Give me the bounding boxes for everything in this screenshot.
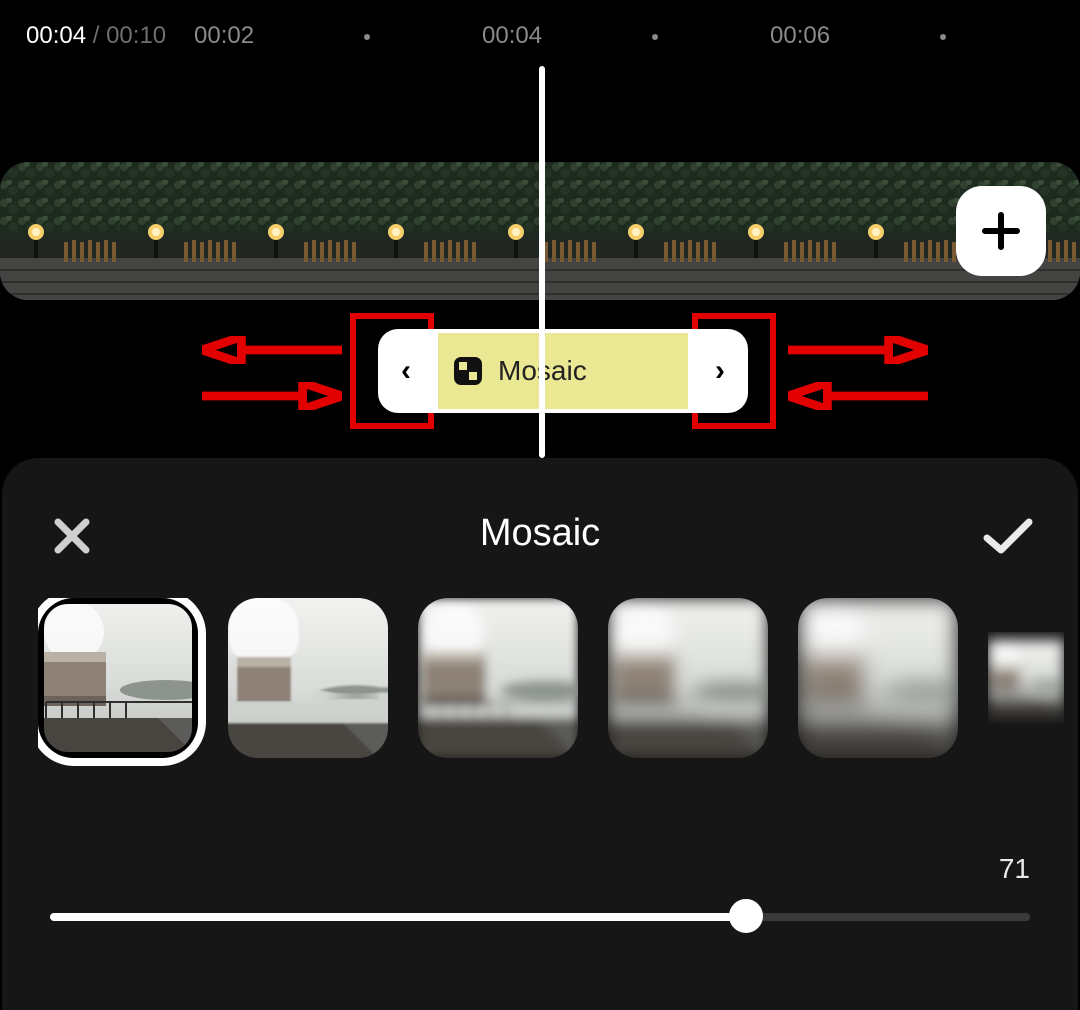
mosaic-preset-pixelate[interactable] bbox=[228, 598, 388, 758]
chevron-left-icon: ‹ bbox=[401, 354, 411, 388]
video-editor-root: 00:04 / 00:10 00:02 00:04 00:06 ‹ Mosaic › bbox=[0, 0, 1080, 1010]
total-duration: 00:10 bbox=[106, 22, 166, 49]
ruler-tick-dot bbox=[652, 34, 658, 40]
timeline-frame[interactable] bbox=[240, 162, 360, 300]
time-ruler: 00:04 / 00:10 00:02 00:04 00:06 bbox=[0, 0, 1080, 60]
intensity-slider[interactable]: 71 bbox=[50, 853, 1030, 933]
clip-body[interactable]: Mosaic bbox=[434, 329, 692, 413]
current-time: 00:04 bbox=[26, 22, 86, 49]
playhead[interactable] bbox=[539, 66, 545, 458]
ruler-time-label: 00:06 bbox=[770, 22, 830, 50]
mosaic-preset-blur-1[interactable] bbox=[418, 598, 578, 758]
timeline-frame[interactable] bbox=[360, 162, 480, 300]
timeline-frame[interactable] bbox=[720, 162, 840, 300]
clip-trim-handle-left[interactable]: ‹ bbox=[378, 329, 434, 413]
check-icon bbox=[981, 514, 1035, 558]
panel-header: Mosaic bbox=[2, 488, 1078, 578]
timeline-frame[interactable] bbox=[120, 162, 240, 300]
close-icon bbox=[50, 514, 94, 558]
mosaic-icon bbox=[452, 355, 484, 387]
mosaic-preset-list[interactable] bbox=[38, 598, 1078, 788]
annotation-arrow-right-in bbox=[788, 382, 928, 410]
annotation-arrow-left-in bbox=[202, 382, 342, 410]
timeline-frame[interactable] bbox=[840, 162, 960, 300]
ruler-tick-dot bbox=[364, 34, 370, 40]
mosaic-preset-none[interactable] bbox=[38, 598, 198, 758]
ruler-time-label: 00:02 bbox=[194, 22, 254, 50]
mosaic-preset-blur-4[interactable] bbox=[988, 598, 1064, 758]
slider-track-fill bbox=[50, 913, 746, 921]
ruler-time-label: 00:04 bbox=[482, 22, 542, 50]
annotation-arrow-left-out bbox=[202, 336, 342, 364]
add-clip-button[interactable] bbox=[956, 186, 1046, 276]
chevron-right-icon: › bbox=[715, 354, 725, 388]
slider-knob[interactable] bbox=[729, 899, 763, 933]
panel-title: Mosaic bbox=[480, 512, 600, 555]
clip-trim-handle-right[interactable]: › bbox=[692, 329, 748, 413]
timeline-frame[interactable] bbox=[0, 162, 120, 300]
confirm-button[interactable] bbox=[978, 506, 1038, 566]
annotation-arrow-right-out bbox=[788, 336, 928, 364]
mosaic-panel: Mosaic 71 bbox=[2, 458, 1078, 1010]
effect-clip[interactable]: ‹ Mosaic › bbox=[350, 313, 776, 429]
playhead-time: 00:04 / 00:10 bbox=[26, 22, 166, 50]
slider-value: 71 bbox=[999, 853, 1030, 885]
plus-icon bbox=[981, 211, 1021, 251]
cancel-button[interactable] bbox=[42, 506, 102, 566]
time-separator: / bbox=[93, 22, 106, 49]
ruler-tick-dot bbox=[940, 34, 946, 40]
mosaic-preset-blur-2[interactable] bbox=[608, 598, 768, 758]
timeline-frame[interactable] bbox=[600, 162, 720, 300]
mosaic-preset-blur-3[interactable] bbox=[798, 598, 958, 758]
